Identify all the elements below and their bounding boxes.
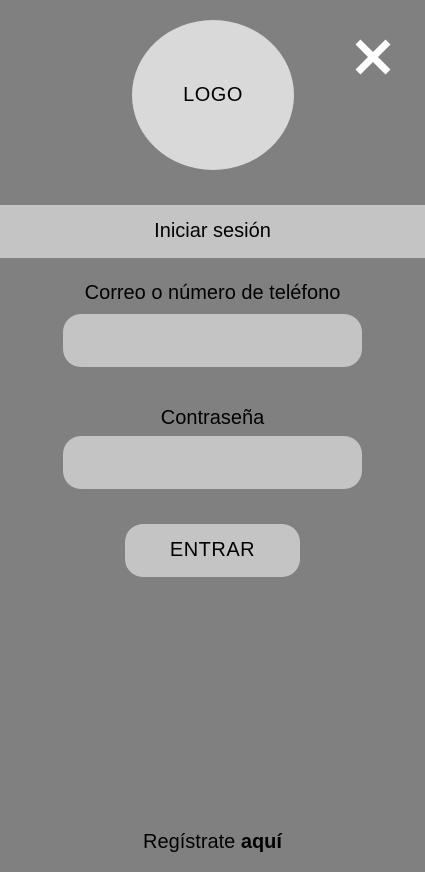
logo-text: LOGO bbox=[183, 83, 243, 106]
register-link[interactable]: aquí bbox=[241, 831, 282, 853]
close-icon bbox=[355, 39, 391, 75]
page-title: Iniciar sesión bbox=[154, 220, 271, 242]
submit-button[interactable]: ENTRAR bbox=[125, 524, 300, 577]
submit-button-label: ENTRAR bbox=[169, 539, 256, 561]
close-button[interactable] bbox=[352, 36, 394, 78]
email-field[interactable] bbox=[63, 314, 362, 367]
logo: LOGO bbox=[132, 20, 294, 170]
password-field[interactable] bbox=[63, 436, 362, 489]
password-label: Contraseña bbox=[160, 407, 265, 429]
page-title-bar: Iniciar sesión bbox=[0, 205, 425, 258]
register-prompt: Regístrate aquí bbox=[0, 831, 425, 854]
email-label: Correo o número de teléfono bbox=[84, 282, 341, 304]
register-text: Regístrate bbox=[143, 831, 236, 853]
